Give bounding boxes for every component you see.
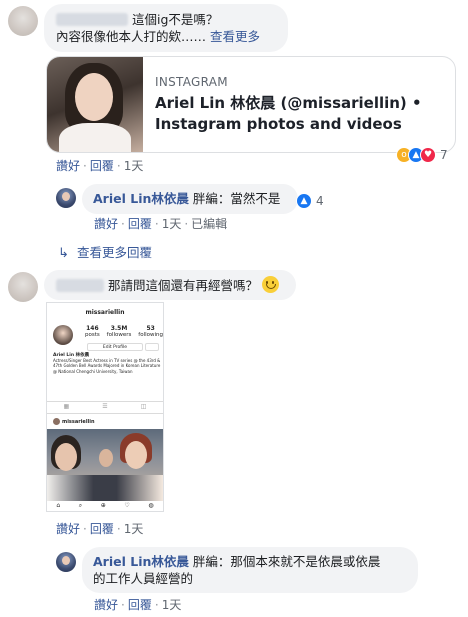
commenter-avatar[interactable]: [8, 272, 38, 302]
reply-arrow-icon: ↳: [58, 246, 69, 261]
add-icon: ⊕: [100, 502, 106, 509]
comment-bubble: 這個ig不是嗎？ 內容很像他本人打的欸…… 查看更多: [44, 4, 288, 52]
ig-username-header: missariellin: [85, 309, 125, 316]
ig-bio: Ariel Lin 林依晨 Actress/Singer Best Actres…: [53, 353, 161, 374]
ig-dropdown-button: [145, 343, 159, 351]
reaction-summary[interactable]: o ▲ ♥ 7: [396, 146, 448, 164]
like-button[interactable]: 讚好: [56, 159, 80, 173]
comment-actions: 讚好 · 回覆 · 1天: [56, 159, 144, 173]
commenter-avatar[interactable]: [8, 6, 38, 36]
reply-actions: 讚好 · 回覆 · 1天: [94, 598, 182, 612]
edited-label: 已編輯: [191, 217, 228, 231]
ig-stat-followers: 3.5M followers: [106, 325, 132, 338]
timestamp[interactable]: 1天: [162, 598, 182, 612]
like-button[interactable]: 讚好: [94, 217, 118, 231]
ig-bio-text: Actress/Singer Best Actress in TV series…: [53, 358, 161, 374]
home-icon: ⌂: [56, 502, 61, 509]
reply-line-1: Ariel Lin林依晨 胖編：那個本來就不是依晨或依晨: [93, 553, 407, 570]
ig-stats: 146 posts 3.5M followers 53 following: [85, 325, 163, 338]
timestamp[interactable]: 1天: [124, 159, 144, 173]
ig-post-user: missariellin: [62, 419, 95, 425]
smile-emoji-icon: [261, 276, 279, 293]
reply-button[interactable]: 回覆: [90, 159, 114, 173]
reply-text: 胖編：那個本來就不是依晨或依晨: [192, 554, 381, 569]
reply-text-continued: 的工作人員經營的: [93, 571, 194, 586]
more-replies-link[interactable]: ↳ 查看更多回覆: [58, 242, 152, 261]
ig-post-header: missariellin: [53, 418, 95, 425]
list-icon: ☰: [102, 403, 108, 410]
page-avatar[interactable]: [56, 552, 76, 572]
reply-text: 胖編：當然不是: [192, 191, 281, 206]
reaction-count: 4: [316, 194, 324, 208]
ig-stat-posts: 146 posts: [85, 325, 100, 338]
reaction-count: 7: [440, 148, 448, 162]
more-replies-label: 查看更多回覆: [77, 245, 153, 260]
love-icon: ♥: [420, 147, 436, 163]
ig-tabs: ▦ ☰ ◫: [47, 403, 163, 410]
comment-bubble: 那請問這個還有再經營嗎？: [44, 270, 296, 300]
search-icon: ⌕: [78, 502, 83, 509]
comment-text: 那請問這個還有再經營嗎？: [107, 278, 258, 293]
reply-button[interactable]: 回覆: [90, 522, 114, 536]
preview-title[interactable]: Ariel Lin 林依晨 (@missariellin) • Instagra…: [155, 93, 450, 135]
like-icon: ▲: [296, 193, 312, 209]
ig-bottom-nav: ⌂ ⌕ ⊕ ♡ ◍: [47, 502, 163, 510]
like-button[interactable]: 讚好: [94, 598, 118, 612]
ig-post-photo: [47, 429, 163, 501]
ig-profile-avatar: [53, 325, 73, 345]
page-avatar[interactable]: [56, 188, 76, 208]
reply-author[interactable]: Ariel Lin林依晨: [93, 554, 189, 569]
ig-stat-following: 53 following: [138, 325, 163, 338]
like-button[interactable]: 讚好: [56, 522, 80, 536]
ig-edit-profile-button: Edit Profile: [87, 343, 143, 351]
preview-source: INSTAGRAM: [155, 75, 228, 89]
link-preview-card[interactable]: INSTAGRAM Ariel Lin 林依晨 (@missariellin) …: [46, 56, 456, 153]
grid-icon: ▦: [63, 403, 70, 410]
blurred-commenter-name[interactable]: [56, 279, 104, 292]
heart-icon: ♡: [124, 502, 130, 509]
comment-line-2: 內容很像他本人打的欸…… 查看更多: [56, 28, 276, 45]
timestamp[interactable]: 1天: [124, 522, 144, 536]
reply-bubble: Ariel Lin林依晨 胖編：當然不是: [82, 184, 298, 214]
blurred-commenter-name[interactable]: [56, 13, 128, 26]
reply-button[interactable]: 回覆: [128, 598, 152, 612]
reply-button[interactable]: 回覆: [128, 217, 152, 231]
reply-author[interactable]: Ariel Lin林依晨: [93, 191, 189, 206]
profile-icon: ◍: [148, 502, 154, 509]
comment-text-continued: 內容很像他本人打的欸……: [56, 29, 207, 44]
reply-actions: 讚好 · 回覆 · 1天 · 已編輯: [94, 217, 228, 231]
tagged-icon: ◫: [140, 403, 147, 410]
reply-bubble: Ariel Lin林依晨 胖編：那個本來就不是依晨或依晨 的工作人員經營的: [82, 547, 418, 593]
comment-text: 這個ig不是嗎？: [131, 12, 219, 27]
reply-reaction-summary[interactable]: ▲ 4: [296, 192, 324, 210]
preview-thumbnail: [47, 57, 143, 152]
comment-actions: 讚好 · 回覆 · 1天: [56, 522, 144, 536]
see-more-link[interactable]: 查看更多: [210, 29, 260, 44]
timestamp[interactable]: 1天: [162, 217, 182, 231]
comment-line-1: 這個ig不是嗎？: [56, 11, 276, 28]
attached-screenshot[interactable]: missariellin 146 posts 3.5M followers 53 fo…: [46, 302, 164, 512]
